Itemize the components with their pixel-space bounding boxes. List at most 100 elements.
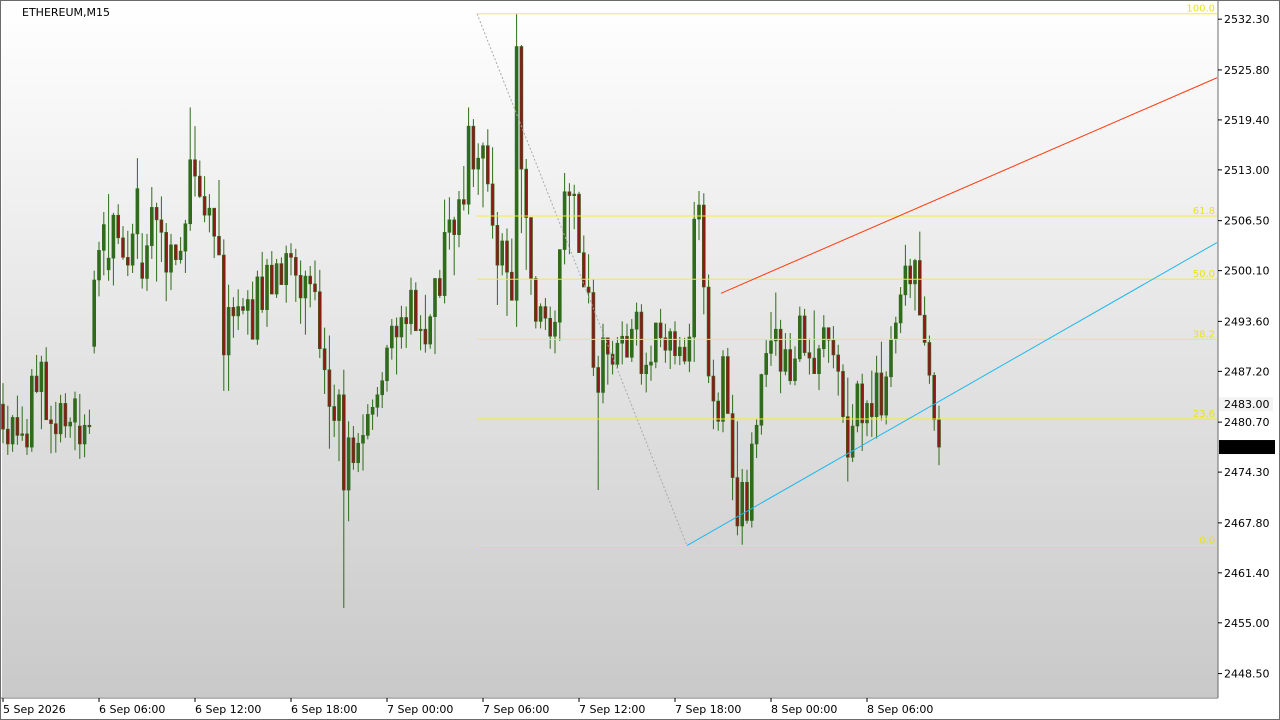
fib-level-label: 61.8: [1193, 206, 1215, 217]
candle-body: [802, 315, 807, 353]
candle-body: [610, 353, 615, 365]
candle: [255, 270, 260, 345]
candle: [447, 197, 452, 250]
candle: [577, 191, 581, 253]
candle-body: [346, 437, 351, 491]
candle-body: [356, 442, 361, 464]
candle-body: [629, 328, 634, 358]
candle-body: [327, 369, 332, 407]
candle-body: [533, 278, 538, 322]
candle: [625, 323, 629, 358]
candle-body: [433, 278, 437, 318]
candle: [409, 277, 413, 335]
candle-body: [740, 481, 745, 527]
candle-body: [903, 265, 908, 296]
candle: [466, 107, 471, 215]
candle-body: [87, 424, 92, 428]
candle-body: [524, 168, 529, 218]
price-tick-label: 2525.80: [1224, 64, 1270, 77]
candle-body: [514, 46, 519, 301]
candle-body: [241, 306, 245, 311]
candle: [682, 337, 687, 365]
candle: [274, 258, 279, 298]
candle: [34, 354, 39, 394]
candle-body: [394, 325, 399, 338]
candle-body: [73, 398, 77, 423]
candle-body: [649, 361, 653, 366]
candle: [6, 405, 10, 455]
candle: [457, 190, 461, 248]
candle: [893, 316, 898, 354]
candle-body: [116, 214, 120, 239]
time-axis: 5 Sep 2026 6 Sep 06:00 6 Sep 12:00 6 Sep 18…: [1, 697, 1218, 716]
candle: [269, 251, 274, 295]
candle-body: [193, 159, 197, 177]
candle: [198, 160, 202, 199]
candle: [841, 364, 845, 423]
candle-body: [572, 193, 577, 196]
candle-body: [289, 253, 293, 258]
price-chart[interactable]: 100.061.850.038.223.60.0 2532.302525.802…: [1, 1, 1280, 720]
candle-body: [207, 207, 212, 216]
candle-body: [370, 406, 375, 415]
candle-body: [399, 317, 404, 338]
candle: [284, 245, 289, 303]
candle-body: [893, 322, 898, 340]
candle-body: [15, 417, 20, 436]
fib-level-label: 50.0: [1193, 269, 1215, 280]
candle-body: [150, 207, 154, 246]
candle-body: [692, 218, 697, 338]
candle: [788, 333, 793, 385]
candle: [764, 340, 769, 387]
candle-body: [913, 260, 917, 285]
candle-body: [850, 425, 855, 458]
candle: [337, 389, 341, 462]
candle: [289, 243, 293, 276]
candle-body: [639, 311, 644, 375]
candle: [687, 323, 692, 373]
candle: [649, 345, 653, 381]
candle: [567, 183, 572, 255]
candle: [793, 346, 797, 386]
candle-body: [927, 342, 932, 376]
price-tick-label: 2480.70: [1224, 416, 1270, 429]
candle-body: [548, 317, 553, 337]
candle-body: [178, 250, 183, 260]
candle: [78, 394, 82, 459]
candle-body: [793, 358, 797, 382]
candle-body: [39, 361, 44, 392]
candle: [20, 406, 25, 441]
candle-body: [889, 339, 893, 378]
candle-body: [860, 383, 865, 424]
candle: [380, 372, 385, 409]
candle: [461, 165, 466, 211]
candle-body: [82, 424, 87, 445]
candle: [615, 337, 620, 369]
ghost-price-label: 2483.00: [1224, 398, 1270, 411]
candle: [169, 233, 173, 291]
candle-body: [34, 375, 39, 392]
candle: [495, 212, 500, 305]
candle-body: [231, 307, 236, 317]
candle: [562, 173, 567, 265]
candle: [265, 258, 269, 327]
price-tick-label: 2448.50: [1224, 668, 1270, 681]
candle: [140, 233, 144, 289]
candle-body: [807, 352, 812, 359]
candle-body: [274, 263, 279, 295]
candle: [865, 400, 869, 437]
candle: [49, 405, 53, 454]
candle: [754, 419, 759, 459]
candle-body: [313, 283, 317, 293]
candle: [370, 399, 375, 430]
candle-body: [865, 403, 869, 424]
candle-body: [821, 327, 826, 350]
candle-body: [932, 374, 937, 421]
candle-body: [917, 260, 922, 316]
chart-window[interactable]: 100.0 61.8 50.0 38.2 23.6 0.0 2532.30 2525.80 2…: [0, 0, 1280, 720]
candle-body: [442, 232, 447, 296]
candle-body: [428, 316, 433, 345]
candle-body: [269, 264, 274, 295]
candle-body: [826, 327, 831, 341]
candle-body: [332, 406, 337, 421]
